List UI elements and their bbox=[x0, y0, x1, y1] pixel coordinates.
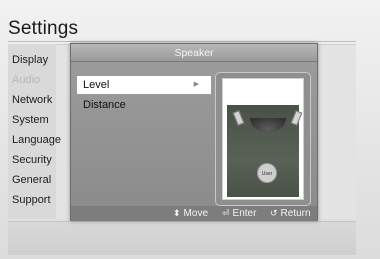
hint-move-label: Move bbox=[183, 208, 208, 219]
hint-return: ↺ Return bbox=[270, 208, 311, 219]
right-speaker-icon bbox=[290, 110, 303, 126]
enter-icon: ⏎ bbox=[222, 208, 230, 218]
tv-icon bbox=[250, 118, 286, 131]
title-divider bbox=[8, 41, 356, 42]
chevron-right-icon: ▶ bbox=[193, 81, 199, 88]
speaker-dialog: Speaker Level ▶ Distance User ⬍ Move ⏎ E… bbox=[70, 43, 318, 221]
hint-move: ⬍ Move bbox=[173, 208, 208, 219]
option-level[interactable]: Level ▶ bbox=[77, 76, 211, 94]
menu-item-display[interactable]: Display bbox=[12, 54, 48, 67]
page-title: Settings bbox=[8, 18, 79, 39]
menu-item-audio[interactable]: Audio bbox=[12, 74, 40, 87]
menu-item-system[interactable]: System bbox=[12, 114, 49, 127]
option-level-label: Level bbox=[83, 79, 110, 91]
dialog-footer: ⬍ Move ⏎ Enter ↺ Return bbox=[71, 206, 317, 221]
hint-return-label: Return bbox=[280, 208, 311, 219]
room-layout: User bbox=[227, 105, 303, 197]
speaker-preview: User bbox=[222, 78, 304, 200]
option-distance-label: Distance bbox=[83, 99, 126, 111]
hint-enter-label: Enter bbox=[232, 208, 257, 219]
menu-item-security[interactable]: Security bbox=[12, 154, 52, 167]
menu-item-general[interactable]: General bbox=[12, 174, 51, 187]
option-distance[interactable]: Distance bbox=[77, 96, 211, 114]
bottom-bar bbox=[8, 221, 356, 255]
dialog-header: Speaker bbox=[71, 44, 317, 62]
menu-item-network[interactable]: Network bbox=[12, 94, 52, 107]
user-position-icon: User bbox=[257, 163, 277, 183]
hint-enter: ⏎ Enter bbox=[222, 208, 256, 219]
menu-item-support[interactable]: Support bbox=[12, 194, 51, 207]
dialog-title: Speaker bbox=[174, 47, 214, 59]
left-speaker-icon bbox=[232, 110, 245, 126]
menu-item-language[interactable]: Language bbox=[12, 134, 61, 147]
speaker-preview-frame: User bbox=[215, 72, 311, 206]
return-icon: ↺ bbox=[270, 208, 278, 218]
up-down-arrows-icon: ⬍ bbox=[173, 208, 181, 218]
